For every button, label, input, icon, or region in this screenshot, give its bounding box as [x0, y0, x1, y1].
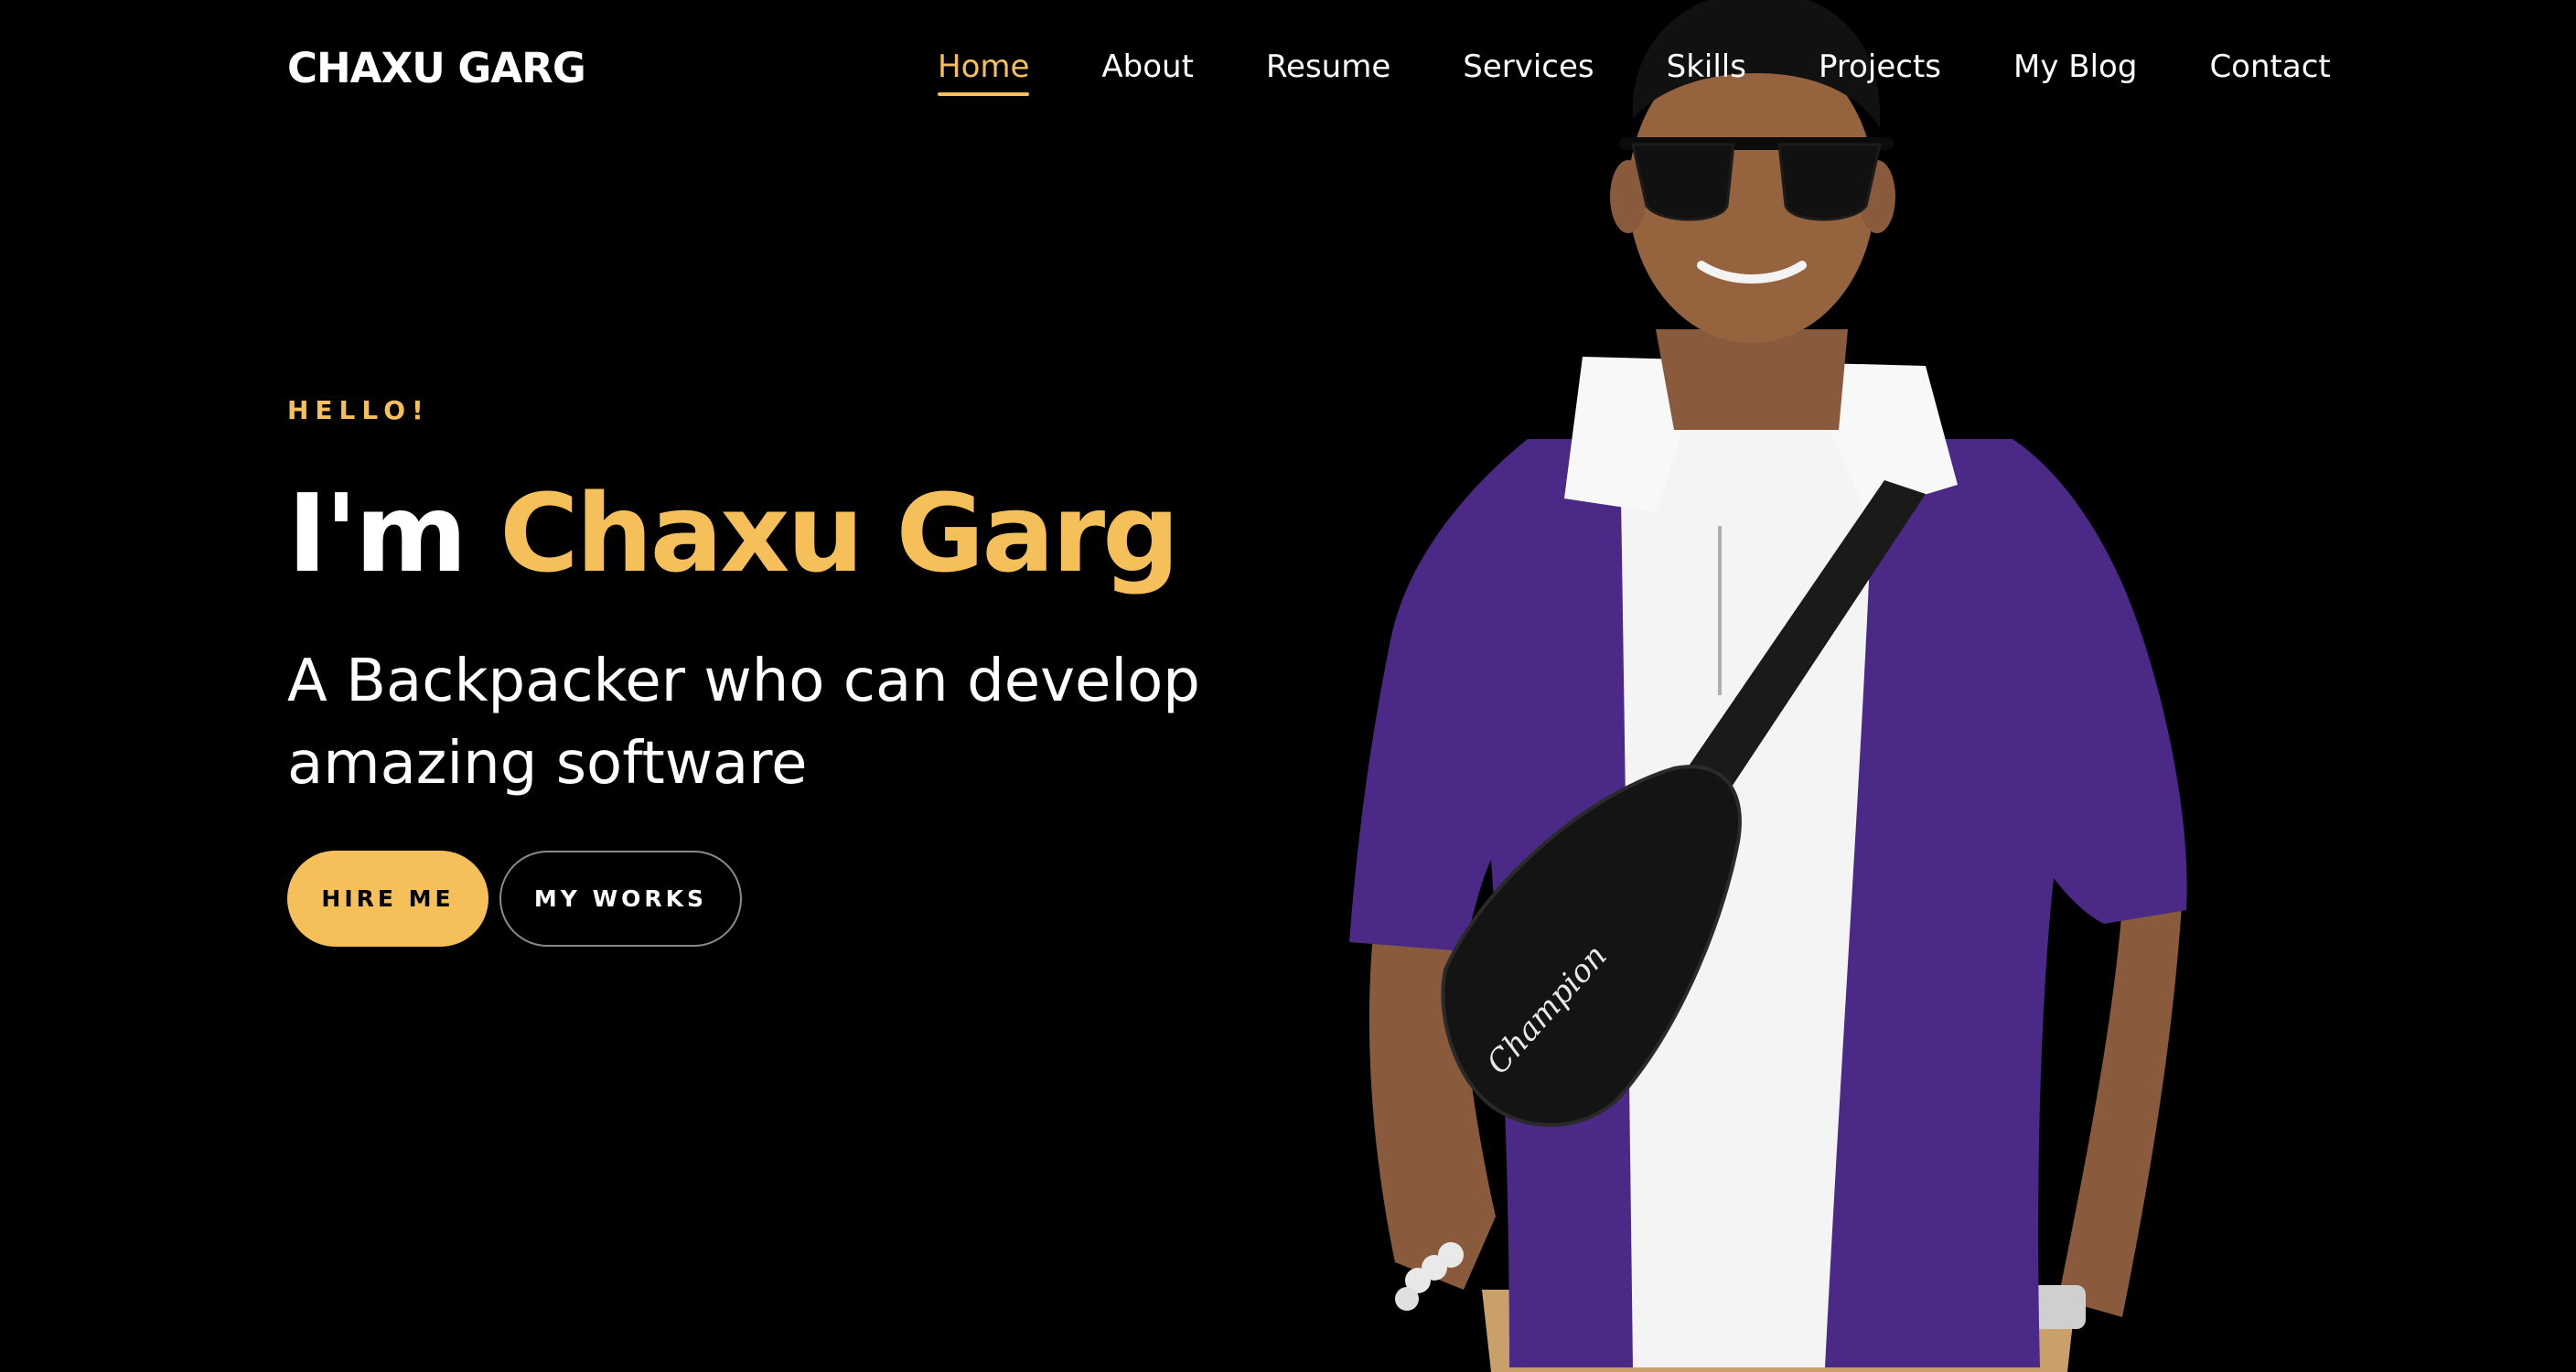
nav-item-about[interactable]: About — [1101, 44, 1194, 90]
brand-logo[interactable]: CHAXU GARG — [287, 42, 586, 95]
hire-me-button[interactable]: HIRE ME — [287, 851, 488, 947]
nav-item-contact[interactable]: Contact — [2209, 44, 2330, 90]
hero-tagline: A Backpacker who can develop amazing sof… — [287, 648, 1200, 798]
nav-menu: Home About Resume Services Skills Projec… — [938, 44, 2331, 96]
hero-portrait: Champion — [1349, 0, 2187, 1372]
headline-prefix: I'm — [287, 470, 500, 596]
nav-item-my-blog[interactable]: My Blog — [2013, 44, 2137, 90]
headline-name: Chaxu Garg — [499, 470, 1180, 596]
nav-item-projects[interactable]: Projects — [1819, 44, 1941, 90]
nav-item-services[interactable]: Services — [1463, 44, 1594, 90]
my-works-button[interactable]: MY WORKS — [499, 851, 742, 947]
nav-item-home[interactable]: Home — [938, 44, 1030, 96]
nav-item-resume[interactable]: Resume — [1266, 44, 1390, 90]
hero-greeting: HELLO! — [287, 395, 430, 425]
nav-item-skills[interactable]: Skills — [1667, 44, 1746, 90]
hero-headline: I'm Chaxu Garg — [287, 465, 1180, 602]
right-arm — [2058, 906, 2182, 1317]
neck — [1656, 329, 1848, 430]
hero-buttons: HIRE ME MY WORKS — [287, 851, 742, 947]
navbar: CHAXU GARG Home About Resume Services Sk… — [0, 0, 2576, 137]
